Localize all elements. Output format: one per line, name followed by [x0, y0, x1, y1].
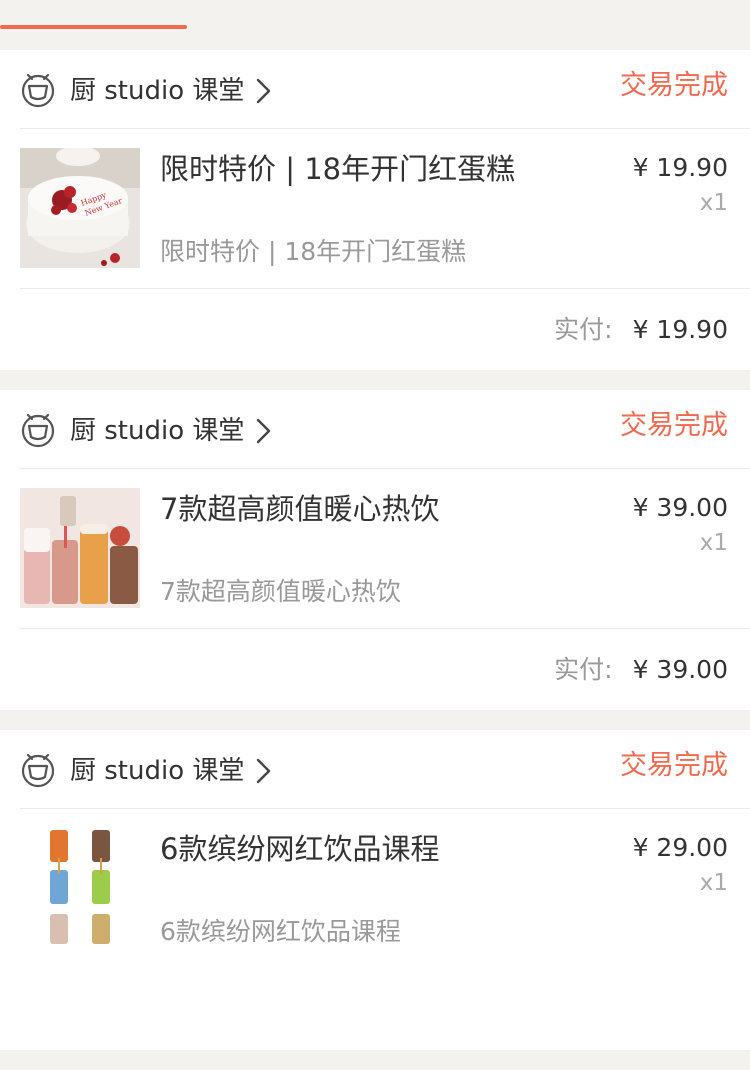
- divider: [20, 128, 750, 129]
- product-subtitle: 限时特价 | 18年开门红蛋糕: [160, 237, 467, 266]
- order-card[interactable]: 厨 studio 课堂 交易完成 6款缤纷网红饮品课程 6款缤纷网红饮品课程 ¥…: [0, 730, 750, 1050]
- divider: [20, 468, 750, 469]
- paid-amount: ¥ 39.00: [632, 655, 728, 684]
- hot-drinks-image: [20, 488, 140, 608]
- product-thumbnail[interactable]: Happy New Year: [20, 148, 140, 268]
- chevron-right-icon[interactable]: [254, 77, 274, 105]
- order-header: 厨 studio 课堂 交易完成: [0, 390, 750, 468]
- product-price: ¥ 19.90: [632, 153, 728, 182]
- shop-name[interactable]: 厨 studio 课堂: [70, 74, 244, 108]
- product-quantity: x1: [699, 190, 728, 216]
- product-price: ¥ 29.00: [632, 833, 728, 862]
- product-thumbnail[interactable]: [20, 488, 140, 608]
- product-subtitle: 7款超高颜值暖心热饮: [160, 577, 401, 606]
- pot-icon: [21, 73, 55, 108]
- order-card[interactable]: 厨 studio 课堂 交易完成 Happy New Year 限时特价 | 1…: [0, 50, 750, 370]
- paid-row: 实付: ¥ 39.00: [554, 654, 728, 686]
- pot-icon: [21, 413, 55, 448]
- paid-label: 实付:: [554, 655, 613, 684]
- shop-name[interactable]: 厨 studio 课堂: [70, 754, 244, 788]
- product-title[interactable]: 7款超高颜值暖心热饮: [160, 490, 439, 528]
- order-status: 交易完成: [620, 70, 728, 101]
- divider: [20, 288, 750, 289]
- active-tab-indicator: [0, 25, 187, 29]
- product-quantity: x1: [699, 530, 728, 556]
- colorful-drinks-image: [20, 828, 140, 948]
- order-status: 交易完成: [620, 750, 728, 781]
- divider: [20, 628, 750, 629]
- product-quantity: x1: [699, 870, 728, 896]
- order-header: 厨 studio 课堂 交易完成: [0, 50, 750, 128]
- chevron-right-icon[interactable]: [254, 417, 274, 445]
- paid-amount: ¥ 19.90: [632, 315, 728, 344]
- product-title[interactable]: 限时特价 | 18年开门红蛋糕: [160, 150, 515, 188]
- chevron-right-icon[interactable]: [254, 757, 274, 785]
- divider: [20, 808, 750, 809]
- order-status: 交易完成: [620, 410, 728, 441]
- order-header: 厨 studio 课堂 交易完成: [0, 730, 750, 808]
- paid-label: 实付:: [554, 315, 613, 344]
- tab-bar: [0, 0, 750, 30]
- paid-row: 实付: ¥ 19.90: [554, 314, 728, 346]
- shop-name[interactable]: 厨 studio 课堂: [70, 414, 244, 448]
- cake-image: Happy New Year: [20, 148, 140, 268]
- order-card[interactable]: 厨 studio 课堂 交易完成 7款超高颜值暖心热饮 7款超高颜值暖心热饮 ¥…: [0, 390, 750, 710]
- product-thumbnail[interactable]: [20, 828, 140, 948]
- pot-icon: [21, 753, 55, 788]
- product-subtitle: 6款缤纷网红饮品课程: [160, 917, 401, 946]
- order-list: 厨 studio 课堂 交易完成 Happy New Year 限时特价 | 1…: [0, 50, 750, 1070]
- product-title[interactable]: 6款缤纷网红饮品课程: [160, 830, 439, 868]
- product-price: ¥ 39.00: [632, 493, 728, 522]
